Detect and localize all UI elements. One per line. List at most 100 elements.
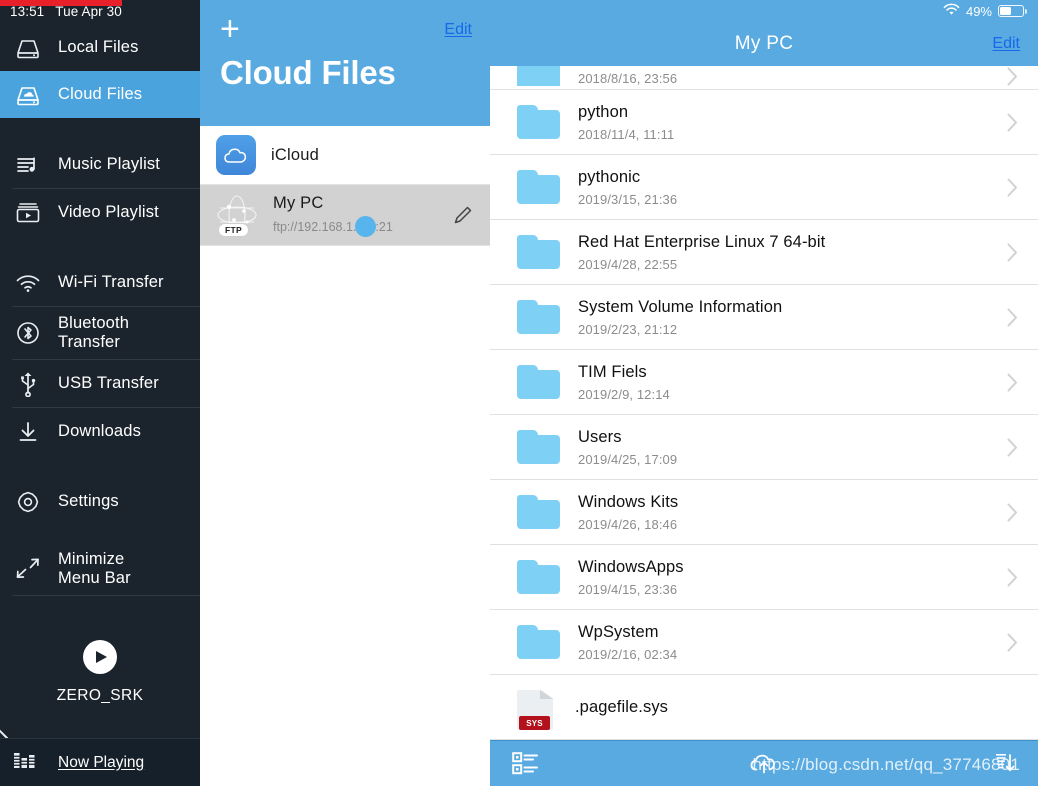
table-row[interactable]: WindowsApps 2019/4/15, 23:36 [490,545,1038,610]
track-title: ZERO_SRK [56,687,144,704]
table-row[interactable]: Users 2019/4/25, 17:09 [490,415,1038,480]
file-date: 2019/2/16, 02:34 [578,646,678,662]
toolbar-slot-center [680,751,848,776]
list-select-icon[interactable] [512,751,539,776]
page-title: My PC [734,33,794,54]
label-line-1: Minimize [58,549,125,568]
file-name: pythonic [578,167,641,186]
bottom-toolbar [490,740,1038,786]
sidebar-item-music-playlist[interactable]: Music Playlist [0,141,200,188]
file-meta: 2018/8/16, 23:56 [578,71,989,86]
sidebar-item-label: Cloud Files [58,84,143,103]
table-row[interactable]: Red Hat Enterprise Linux 7 64-bit 2019/4… [490,220,1038,285]
file-date: 2018/8/16, 23:56 [578,71,678,86]
file-name: Windows Kits [578,492,679,511]
toolbar-slot-right [848,751,1038,777]
sidebar: 13:51 Tue Apr 30 Local Files Cloud Files… [0,0,200,786]
cloud-entry-my-pc[interactable]: FTP My PC ftp://192.168.1. :21 [200,185,490,246]
sidebar-item-wifi-transfer[interactable]: Wi-Fi Transfer [0,259,200,306]
file-meta: Windows Kits 2019/4/26, 18:46 [578,493,989,532]
cloud-entry-icloud[interactable]: iCloud [200,126,490,185]
table-row[interactable]: SYS .pagefile.sys [490,675,1038,740]
download-icon [12,417,44,447]
chevron-right-icon [1007,633,1018,652]
sidebar-item-usb-transfer[interactable]: USB Transfer [0,360,200,739]
file-browser-titlebar: My PC Edit [490,22,1038,66]
label-line-1: Bluetooth [58,313,130,332]
bluetooth-icon [12,318,44,348]
chevron-right-icon [1007,67,1018,86]
address-suffix: :21 [375,219,393,234]
file-name: WpSystem [578,622,659,641]
chevron-right-icon [1007,178,1018,197]
cloud-entry-name: My PC [273,193,324,212]
sidebar-item-bluetooth-transfer[interactable]: Bluetooth Transfer [0,307,200,359]
chevron-right-icon [1007,373,1018,392]
sidebar-item-downloads[interactable]: Downloads [0,408,200,455]
sidebar-item-label: Local Files [58,37,139,56]
cloud-drive-icon [12,80,44,110]
sidebar-item-video-playlist[interactable]: Video Playlist [0,189,200,236]
table-row[interactable]: System Volume Information 2019/2/23, 21:… [490,285,1038,350]
file-name: TIM Fiels [578,362,647,381]
app-window: 13:51 Tue Apr 30 Local Files Cloud Files… [0,0,1038,786]
edit-cloud-list-button[interactable]: Edit [444,21,472,39]
now-playing-bar[interactable]: Now Playing [0,738,200,786]
sidebar-item-minimize-menu-bar[interactable]: Minimize Menu Bar [0,543,200,595]
file-date: 2019/4/28, 22:55 [578,256,678,272]
sidebar-item-local-files[interactable]: Local Files [0,24,200,71]
file-name: Users [578,427,622,446]
pencil-icon[interactable] [452,204,474,226]
folder-icon [517,625,560,659]
file-meta: pythonic 2019/3/15, 21:36 [578,168,989,207]
file-date: 2019/2/9, 12:14 [578,386,670,402]
folder-icon [517,495,560,529]
file-type-badge: SYS [519,716,550,730]
file-name: WindowsApps [578,557,684,576]
file-name: System Volume Information [578,297,783,316]
play-icon [96,651,107,663]
ftp-globe-icon: FTP [216,194,258,237]
drive-icon [12,33,44,63]
file-browser-panel: 49% My PC Edit 2018/8/16, 23:56 python 2… [490,0,1038,786]
play-button[interactable] [83,640,117,674]
screen-recording-bar [0,0,122,6]
table-row[interactable]: TIM Fiels 2019/2/9, 12:14 [490,350,1038,415]
wifi-icon [12,268,44,298]
minimize-icon [12,554,44,584]
table-row[interactable]: Windows Kits 2019/4/26, 18:46 [490,480,1038,545]
icloud-icon [216,135,256,175]
edit-files-button[interactable]: Edit [992,35,1020,53]
divider [12,595,200,596]
table-row[interactable]: WpSystem 2019/2/16, 02:34 [490,610,1038,675]
cloud-entry-texts: iCloud [271,146,474,165]
sidebar-item-settings[interactable]: Settings [0,478,200,525]
file-list[interactable]: 2018/8/16, 23:56 python 2018/11/4, 11:11 [490,66,1038,740]
chevron-right-icon [1007,308,1018,327]
sidebar-item-label: Minimize Menu Bar [58,550,131,589]
wifi-icon [943,3,960,19]
download-icon[interactable] [990,751,1016,777]
chevron-right-icon [1007,568,1018,587]
file-meta: WindowsApps 2019/4/15, 23:36 [578,558,989,597]
file-date: 2019/4/26, 18:46 [578,516,678,532]
table-row[interactable]: pythonic 2019/3/15, 21:36 [490,155,1038,220]
sidebar-item-label: Bluetooth Transfer [58,314,129,353]
ftp-badge-label: FTP [218,223,249,237]
file-date: 2019/4/25, 17:09 [578,451,678,467]
cloud-upload-icon[interactable] [749,751,779,776]
sidebar-nav: Local Files Cloud Files Music Playlist V… [0,22,200,739]
sidebar-item-label: Downloads [58,421,141,440]
music-list-icon [12,150,44,180]
table-row[interactable]: python 2018/11/4, 11:11 [490,90,1038,155]
add-cloud-button[interactable]: + [220,12,240,46]
file-meta: python 2018/11/4, 11:11 [578,103,989,142]
file-date: 2019/3/15, 21:36 [578,191,678,207]
redaction-dot [355,215,377,237]
sidebar-item-cloud-files[interactable]: Cloud Files [0,71,200,118]
table-row[interactable]: 2018/8/16, 23:56 [490,66,1038,90]
equalizer-icon [13,749,41,776]
address-prefix: ftp://192.168.1. [273,219,357,234]
